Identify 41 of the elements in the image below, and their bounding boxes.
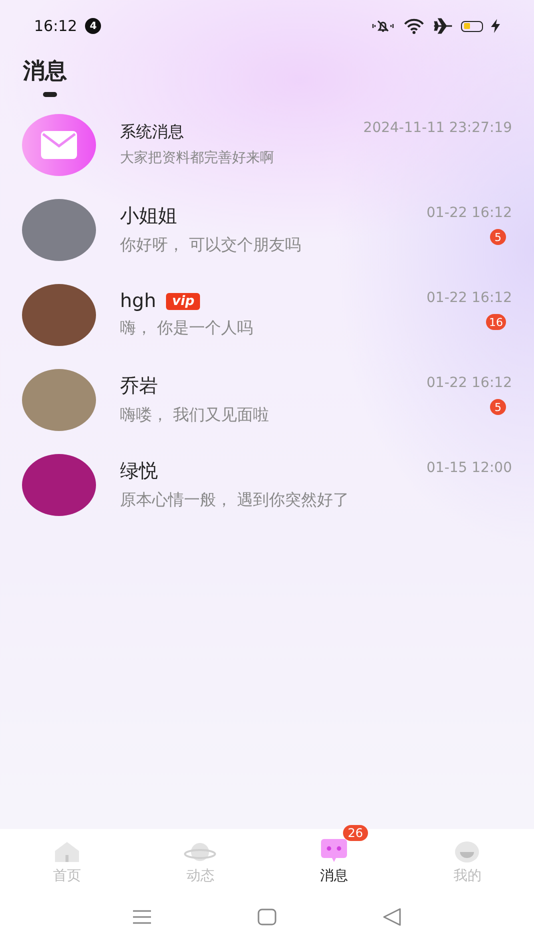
battery-icon: [461, 20, 483, 32]
conversation-item[interactable]: 小姐姐 你好呀， 可以交个朋友吗 01-22 16:12 5: [0, 187, 534, 272]
page-title: 消息: [23, 58, 68, 86]
contact-name: 绿悦: [120, 459, 158, 484]
chat-bubble-icon: [320, 838, 347, 862]
message-preview: 嗨喽， 我们又见面啦: [120, 405, 270, 426]
airplane-icon: [433, 18, 453, 34]
conversation-item[interactable]: hgh vip 嗨， 你是一个人吗 01-22 16:12 16: [0, 272, 534, 357]
message-preview: 你好呀， 可以交个朋友吗: [120, 235, 302, 256]
contact-name: 乔岩: [120, 374, 158, 399]
mute-bell-icon: [371, 19, 395, 33]
message-time: 01-22 16:12: [426, 290, 512, 306]
contact-name: 小姐姐: [120, 204, 177, 229]
tab-badge: 26: [342, 824, 368, 840]
contact-name: 系统消息: [120, 122, 184, 143]
conversation-item[interactable]: 乔岩 嗨喽， 我们又见面啦 01-22 16:12 5: [0, 357, 534, 442]
planet-icon: [184, 840, 216, 862]
home-square-icon[interactable]: [257, 908, 277, 926]
notification-count-badge: 4: [85, 18, 102, 34]
message-preview: 嗨， 你是一个人吗: [120, 318, 254, 339]
charging-bolt-icon: [491, 19, 500, 33]
house-icon: [54, 840, 80, 862]
title-underline: [43, 92, 57, 97]
unread-count-badge: 16: [486, 314, 506, 330]
unread-count-badge: 5: [490, 399, 506, 415]
message-time: 01-22 16:12: [426, 205, 512, 221]
message-time: 01-22 16:12: [426, 375, 512, 391]
message-time: 01-15 12:00: [426, 460, 512, 476]
status-time: 16:12: [34, 17, 78, 35]
contact-name: hgh: [120, 290, 156, 312]
message-preview: 大家把资料都完善好来啊: [120, 149, 275, 167]
smiley-face-icon: [455, 840, 480, 862]
menu-icon[interactable]: [132, 908, 152, 924]
message-time: 2024-11-11 23:27:19: [363, 120, 512, 136]
vip-badge: vip: [166, 292, 200, 310]
conversation-item[interactable]: 系统消息 大家把资料都完善好来啊 2024-11-11 23:27:19: [0, 102, 534, 187]
message-preview: 原本心情一般， 遇到你突然好了: [120, 490, 350, 511]
wifi-icon: [403, 18, 425, 34]
conversation-item[interactable]: 绿悦 原本心情一般， 遇到你突然好了 01-15 12:00: [0, 442, 534, 527]
back-icon[interactable]: [382, 906, 402, 926]
unread-count-badge: 5: [490, 229, 506, 245]
